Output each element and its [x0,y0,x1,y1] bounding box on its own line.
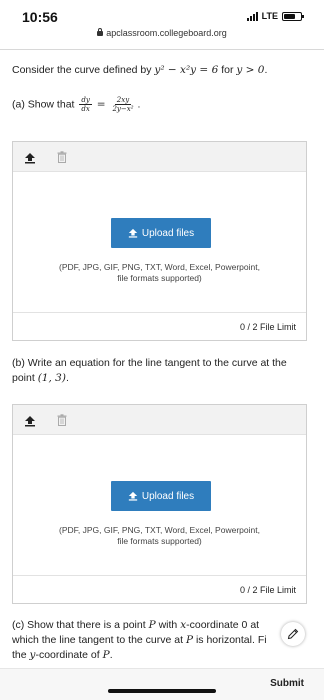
tangent-point: (1, 3) [37,372,66,384]
upload-files-button[interactable]: Upload files [111,481,211,511]
upload-button-label: Upload files [141,490,195,502]
part-c-prompt: (c) Show that there is a point P with x-… [12,619,267,661]
derivative-fraction: dy dx [79,96,92,113]
url-bar[interactable]: apclassroom.collegeboard.org [0,28,324,46]
result-fraction: 2xy 2y−x² [112,96,134,113]
file-limit-bar: 0 / 2 File Limit [13,575,306,603]
upload-panel-a: Upload files (PDF, JPG, GIF, PNG, TXT, W… [12,141,307,341]
trash-icon[interactable] [57,414,67,426]
curve-condition: y > 0 [236,64,265,76]
supported-formats: (PDF, JPG, GIF, PNG, TXT, Word, Excel, P… [59,262,260,283]
home-indicator[interactable] [108,689,216,693]
signal-icon [246,11,258,21]
upload-arrow-icon[interactable] [24,152,36,164]
file-limit-bar: 0 / 2 File Limit [13,312,306,340]
upload-arrow-icon[interactable] [24,415,36,427]
question-intro: Consider the curve defined by y² − x²y =… [12,64,268,76]
pencil-icon [287,628,299,640]
upload-drop-area[interactable]: Upload files (PDF, JPG, GIF, PNG, TXT, W… [13,172,306,312]
upload-toolbar [13,142,306,172]
upload-panel-b: Upload files (PDF, JPG, GIF, PNG, TXT, W… [12,404,307,604]
bottom-bar: Submit [0,668,324,700]
trash-icon[interactable] [57,151,67,163]
status-bar: 10:56 LTE [0,0,324,28]
network-label: LTE [261,11,278,21]
upload-toolbar [13,405,306,435]
file-limit: 0 / 2 File Limit [239,322,296,332]
upload-icon [128,491,138,501]
annotate-button[interactable] [281,622,305,646]
upload-files-button[interactable]: Upload files [111,218,211,248]
part-b-prompt: (b) Write an equation for the line tange… [12,357,287,384]
part-a-prompt: (a) Show that dy dx = 2xy 2y−x² . [12,96,141,113]
upload-icon [128,228,138,238]
lock-icon [97,28,104,36]
supported-formats: (PDF, JPG, GIF, PNG, TXT, Word, Excel, P… [59,525,260,546]
submit-button[interactable]: Submit [270,678,304,689]
upload-drop-area[interactable]: Upload files (PDF, JPG, GIF, PNG, TXT, W… [13,435,306,575]
battery-icon [282,11,304,21]
curve-equation: y² − x²y = 6 [154,64,219,76]
url-text: apclassroom.collegeboard.org [106,28,227,38]
status-indicators: LTE [246,11,304,21]
upload-button-label: Upload files [141,227,195,239]
file-limit: 0 / 2 File Limit [239,585,296,595]
status-time: 10:56 [22,9,58,25]
header-divider [0,49,324,50]
